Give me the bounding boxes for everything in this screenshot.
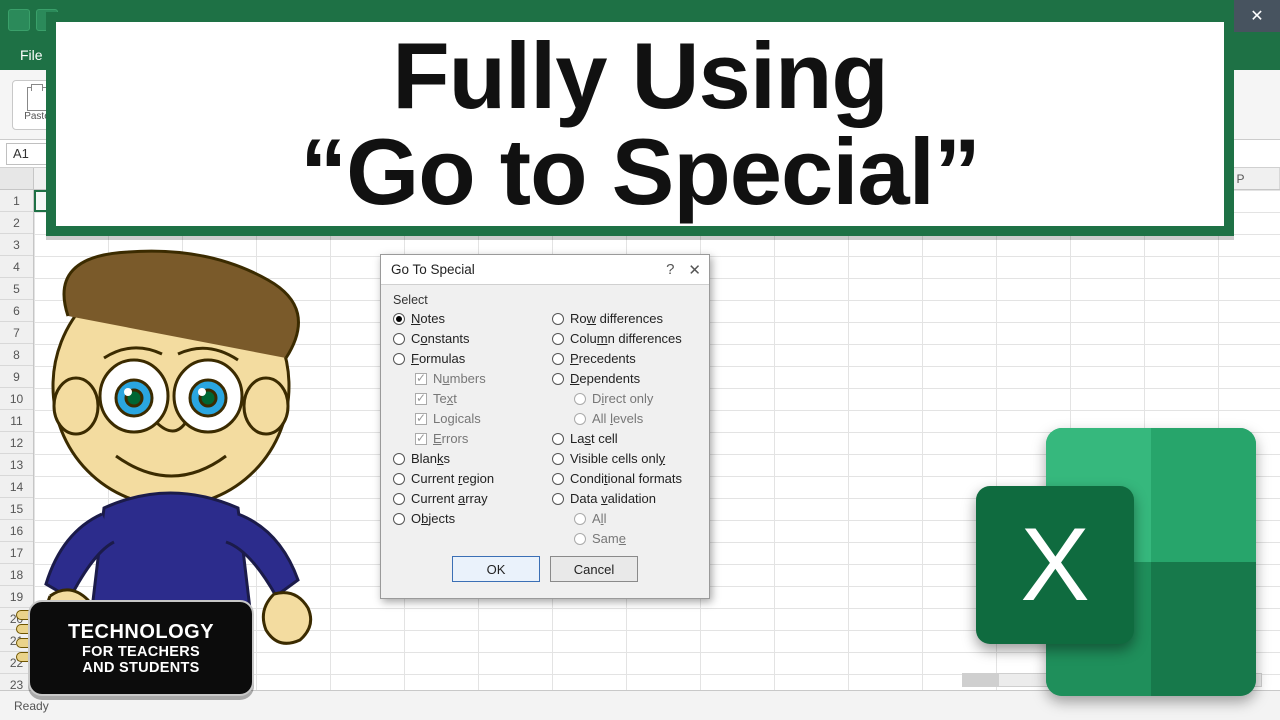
dialog-title-bar[interactable]: Go To Special ? ✕ bbox=[381, 255, 709, 285]
dialog-title: Go To Special bbox=[391, 262, 475, 277]
opt-column-differences[interactable]: Column differences bbox=[552, 331, 697, 346]
radio-icon bbox=[552, 333, 564, 345]
checkbox-icon bbox=[415, 373, 427, 385]
opt-visible-cells[interactable]: Visible cells only bbox=[552, 451, 697, 466]
radio-icon bbox=[552, 493, 564, 505]
radio-icon bbox=[552, 313, 564, 325]
opt-last-cell[interactable]: Last cell bbox=[552, 431, 697, 446]
opt-objects[interactable]: Objects bbox=[393, 511, 538, 526]
opt-errors: Errors bbox=[393, 431, 538, 446]
opt-conditional-formats[interactable]: Conditional formats bbox=[552, 471, 697, 486]
cancel-button[interactable]: Cancel bbox=[550, 556, 638, 582]
row-header[interactable]: 2 bbox=[0, 212, 33, 234]
opt-numbers: Numbers bbox=[393, 371, 538, 386]
sign-line-2: FOR TEACHERS bbox=[82, 644, 200, 660]
channel-sign: TECHNOLOGY FOR TEACHERS AND STUDENTS bbox=[28, 600, 254, 696]
excel-logo: X bbox=[976, 422, 1256, 702]
radio-icon bbox=[552, 353, 564, 365]
opt-logicals: Logicals bbox=[393, 411, 538, 426]
radio-icon bbox=[574, 513, 586, 525]
opt-data-validation[interactable]: Data validation bbox=[552, 491, 697, 506]
radio-icon bbox=[574, 413, 586, 425]
checkbox-icon bbox=[415, 413, 427, 425]
dialog-help-icon[interactable]: ? bbox=[666, 261, 674, 279]
opt-all-levels: All levels bbox=[552, 411, 697, 426]
title-line-2: “Go to Special” bbox=[300, 124, 980, 220]
opt-constants[interactable]: Constants bbox=[393, 331, 538, 346]
opt-dependents[interactable]: Dependents bbox=[552, 371, 697, 386]
radio-icon bbox=[393, 313, 405, 325]
radio-icon bbox=[393, 453, 405, 465]
opt-all: All bbox=[552, 511, 697, 526]
radio-icon bbox=[574, 393, 586, 405]
opt-current-array[interactable]: Current array bbox=[393, 491, 538, 506]
radio-icon bbox=[393, 493, 405, 505]
checkbox-icon bbox=[415, 393, 427, 405]
window-close-button[interactable]: ✕ bbox=[1234, 0, 1280, 32]
radio-icon bbox=[574, 533, 586, 545]
radio-icon bbox=[552, 453, 564, 465]
radio-icon bbox=[552, 373, 564, 385]
radio-icon bbox=[552, 433, 564, 445]
qat-save-icon[interactable] bbox=[8, 9, 30, 31]
go-to-special-dialog: Go To Special ? ✕ Select Notes Constants… bbox=[380, 254, 710, 599]
excel-badge-icon: X bbox=[976, 486, 1134, 644]
radio-icon bbox=[552, 473, 564, 485]
opt-precedents[interactable]: Precedents bbox=[552, 351, 697, 366]
opt-blanks[interactable]: Blanks bbox=[393, 451, 538, 466]
radio-icon bbox=[393, 473, 405, 485]
row-header[interactable]: 1 bbox=[0, 190, 33, 212]
radio-icon bbox=[393, 513, 405, 525]
ok-button[interactable]: OK bbox=[452, 556, 540, 582]
radio-icon bbox=[393, 353, 405, 365]
title-line-1: Fully Using bbox=[392, 28, 888, 124]
thumbnail-title-card: Fully Using “Go to Special” bbox=[46, 12, 1234, 236]
excel-letter: X bbox=[1020, 506, 1089, 625]
clipboard-icon bbox=[27, 87, 47, 111]
opt-direct-only: Direct only bbox=[552, 391, 697, 406]
dialog-close-icon[interactable]: ✕ bbox=[688, 261, 701, 279]
opt-formulas[interactable]: Formulas bbox=[393, 351, 538, 366]
sign-line-3: AND STUDENTS bbox=[82, 660, 199, 676]
select-all-corner[interactable] bbox=[0, 168, 33, 190]
opt-current-region[interactable]: Current region bbox=[393, 471, 538, 486]
opt-same: Same bbox=[552, 531, 697, 546]
sign-line-1: TECHNOLOGY bbox=[68, 621, 214, 644]
radio-icon bbox=[393, 333, 405, 345]
dialog-section-label: Select bbox=[393, 293, 697, 307]
opt-notes[interactable]: Notes bbox=[393, 311, 538, 326]
opt-text: Text bbox=[393, 391, 538, 406]
opt-row-differences[interactable]: Row differences bbox=[552, 311, 697, 326]
checkbox-icon bbox=[415, 433, 427, 445]
